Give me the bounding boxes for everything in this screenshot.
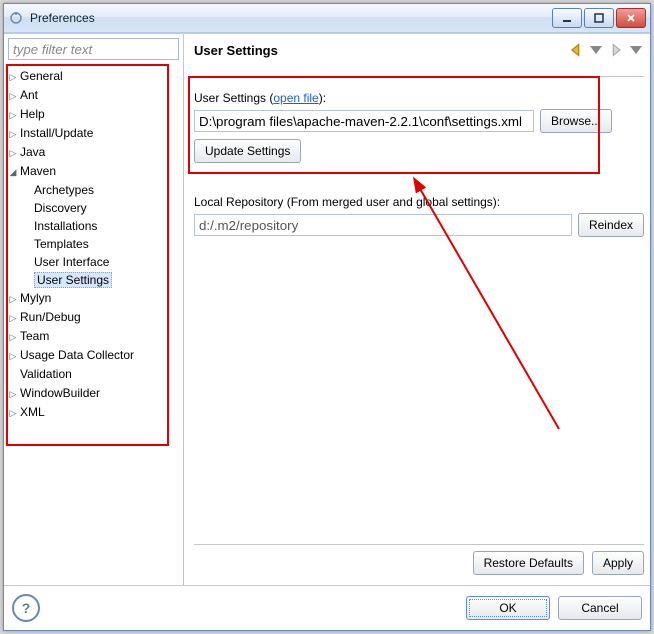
- tree-item-install-update[interactable]: ▷Install/Update: [8, 124, 179, 143]
- expand-icon[interactable]: ▷: [8, 290, 18, 308]
- forward-menu-button[interactable]: [628, 42, 644, 58]
- minimize-button[interactable]: [552, 8, 582, 28]
- preference-tree[interactable]: ▷General ▷Ant ▷Help ▷Install/Update ▷Jav…: [8, 67, 179, 422]
- dialog-body: ▷General ▷Ant ▷Help ▷Install/Update ▷Jav…: [4, 33, 650, 585]
- help-button[interactable]: ?: [12, 594, 40, 622]
- tree-item-usage-data[interactable]: ▷Usage Data Collector: [8, 346, 179, 365]
- tree-item-run-debug[interactable]: ▷Run/Debug: [8, 308, 179, 327]
- sidebar: ▷General ▷Ant ▷Help ▷Install/Update ▷Jav…: [4, 34, 184, 585]
- settings-panel: User Settings User Settings (open file):…: [184, 34, 650, 585]
- expand-icon[interactable]: ▷: [8, 106, 18, 124]
- tree-item-team[interactable]: ▷Team: [8, 327, 179, 346]
- tree-item-windowbuilder[interactable]: ▷WindowBuilder: [8, 384, 179, 403]
- user-settings-section: User Settings (open file): Browse... Upd…: [194, 83, 644, 163]
- tree-item-java[interactable]: ▷Java: [8, 143, 179, 162]
- tree-item-mylyn[interactable]: ▷Mylyn: [8, 289, 179, 308]
- settings-path-input[interactable]: [194, 110, 534, 132]
- expand-icon[interactable]: ▷: [8, 404, 18, 422]
- tree-item-general[interactable]: ▷General: [8, 67, 179, 86]
- panel-header: User Settings: [194, 38, 644, 77]
- expand-icon[interactable]: ▷: [8, 125, 18, 143]
- dialog-footer: ? OK Cancel: [4, 585, 650, 630]
- local-repository-input[interactable]: [194, 214, 572, 236]
- expand-icon[interactable]: ▷: [8, 385, 18, 403]
- expand-icon[interactable]: ▷: [8, 309, 18, 327]
- title-bar[interactable]: Preferences: [4, 4, 650, 33]
- expand-icon[interactable]: ▷: [8, 328, 18, 346]
- local-repository-section: Local Repository (From merged user and g…: [194, 187, 644, 243]
- cancel-button[interactable]: Cancel: [558, 596, 642, 620]
- local-repository-label: Local Repository (From merged user and g…: [194, 195, 644, 209]
- tree-item-archetypes[interactable]: Archetypes: [34, 181, 179, 199]
- tree-item-discovery[interactable]: Discovery: [34, 199, 179, 217]
- close-button[interactable]: [616, 8, 646, 28]
- tree-item-installations[interactable]: Installations: [34, 217, 179, 235]
- browse-button[interactable]: Browse...: [540, 109, 612, 133]
- ok-button[interactable]: OK: [466, 596, 550, 620]
- tree-item-validation[interactable]: ▷Validation: [8, 365, 179, 384]
- expand-icon[interactable]: ▷: [8, 144, 18, 162]
- expand-icon[interactable]: ▷: [8, 68, 18, 86]
- forward-button[interactable]: [608, 42, 624, 58]
- expand-icon[interactable]: ▷: [8, 347, 18, 365]
- tree-item-xml[interactable]: ▷XML: [8, 403, 179, 422]
- preferences-window: Preferences ▷General ▷Ant ▷Help ▷Install…: [3, 3, 651, 631]
- filter-input[interactable]: [8, 38, 179, 60]
- apply-button[interactable]: Apply: [592, 551, 644, 575]
- tree-item-help[interactable]: ▷Help: [8, 105, 179, 124]
- tree-item-user-settings[interactable]: User Settings: [34, 271, 179, 289]
- maximize-button[interactable]: [584, 8, 614, 28]
- open-file-link[interactable]: open file: [273, 91, 318, 105]
- window-buttons: [550, 8, 646, 28]
- user-settings-label: User Settings (open file):: [194, 91, 644, 105]
- tree-item-ant[interactable]: ▷Ant: [8, 86, 179, 105]
- back-menu-button[interactable]: [588, 42, 604, 58]
- update-settings-button[interactable]: Update Settings: [194, 139, 301, 163]
- panel-footer: Restore Defaults Apply: [194, 544, 644, 581]
- tree-item-user-interface[interactable]: User Interface: [34, 253, 179, 271]
- tree-item-maven[interactable]: ◢Maven Archetypes Discovery Installation…: [8, 162, 179, 289]
- preferences-icon: [8, 10, 24, 26]
- panel-title: User Settings: [194, 43, 564, 58]
- reindex-button[interactable]: Reindex: [578, 213, 644, 237]
- tree-item-templates[interactable]: Templates: [34, 235, 179, 253]
- window-title: Preferences: [30, 11, 550, 25]
- back-button[interactable]: [568, 42, 584, 58]
- collapse-icon[interactable]: ◢: [8, 163, 18, 181]
- expand-icon[interactable]: ▷: [8, 87, 18, 105]
- restore-defaults-button[interactable]: Restore Defaults: [473, 551, 584, 575]
